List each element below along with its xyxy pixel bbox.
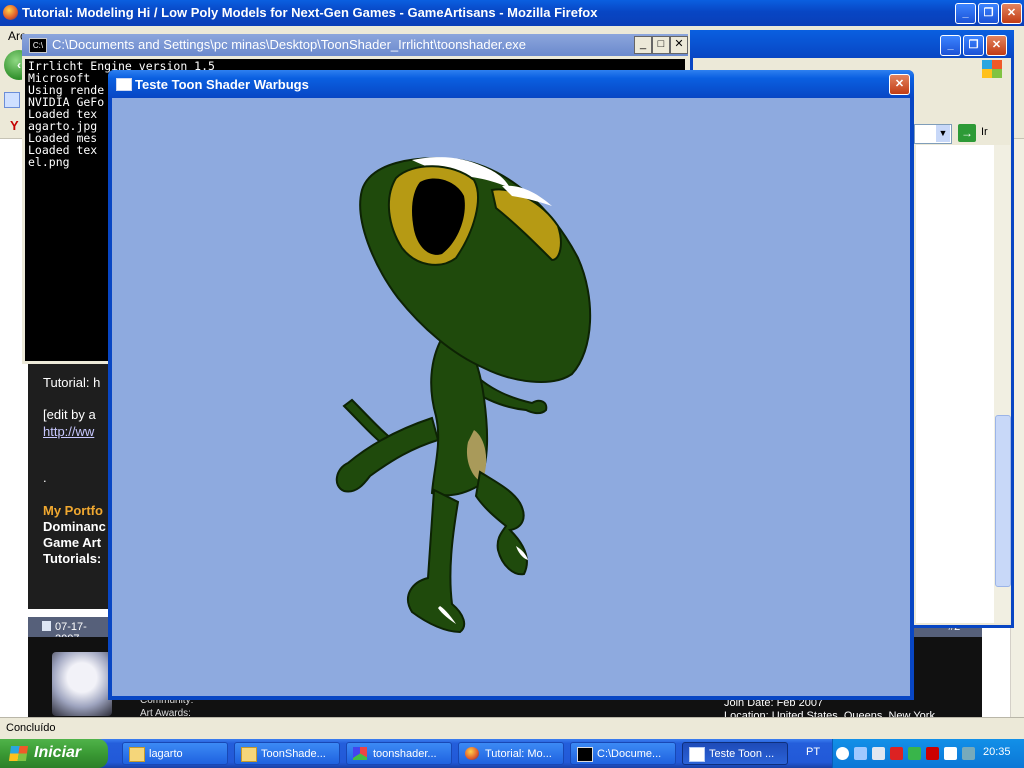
antivirus-icon[interactable] [890, 747, 903, 760]
taskbar-item-toon-window[interactable]: Teste Toon ... [682, 742, 788, 765]
console-minimize-button[interactable]: _ [634, 36, 652, 54]
network-icon[interactable] [854, 747, 867, 760]
task-label: C:\Docume... [597, 748, 662, 760]
volume-icon[interactable] [962, 747, 975, 760]
cmd-icon [577, 747, 593, 762]
post-info-panel [912, 637, 982, 717]
tray-network-icon[interactable] [944, 747, 957, 760]
status-bar: Concluído [0, 717, 1024, 740]
task-label: ToonShade... [261, 748, 326, 760]
forum-portfolio[interactable]: My Portfo [43, 503, 103, 518]
language-indicator[interactable]: PT [806, 746, 820, 758]
clock: 20:35 [983, 746, 1011, 758]
console-icon: C:\ [29, 38, 47, 53]
taskbar-item-toonshader-folder[interactable]: ToonShade... [234, 742, 340, 765]
console-title: C:\Documents and Settings\pc minas\Deskt… [52, 37, 527, 52]
firefox-icon [3, 5, 18, 20]
forum-game-art[interactable]: Game Art [43, 535, 101, 550]
folder-icon [129, 747, 145, 762]
tray-arrow-icon[interactable] [836, 747, 849, 760]
second-close-button[interactable]: ✕ [986, 35, 1007, 56]
firefox-title: Tutorial: Modeling Hi / Low Poly Models … [22, 5, 598, 20]
forum-dot: . [43, 470, 47, 485]
window-icon [689, 747, 705, 762]
toon-title-bar[interactable]: Teste Toon Shader Warbugs ✕ [108, 70, 914, 98]
taskbar-item-firefox[interactable]: Tutorial: Mo... [458, 742, 564, 765]
console-maximize-button[interactable]: □ [652, 36, 670, 54]
second-minimize-button[interactable]: _ [940, 35, 961, 56]
image-icon [353, 747, 367, 760]
taskbar-item-console[interactable]: C:\Docume... [570, 742, 676, 765]
windows-logo-icon [8, 746, 29, 761]
tray-v-icon[interactable] [926, 747, 939, 760]
forum-tutorial-line: Tutorial: h [43, 375, 101, 390]
firefox-icon [465, 747, 479, 760]
avatar[interactable] [52, 652, 112, 716]
minimize-button[interactable]: _ [955, 3, 976, 24]
status-text: Concluído [6, 722, 56, 734]
windows-flag-icon [982, 60, 1002, 78]
taskbar-item-toonshader-image[interactable]: toonshader... [346, 742, 452, 765]
task-label: lagarto [149, 748, 183, 760]
go-arrow-icon[interactable]: → [958, 124, 976, 142]
close-button[interactable]: ✕ [1001, 3, 1022, 24]
start-label: Iniciar [34, 744, 82, 761]
second-window-title-bar: _ ❐ ✕ [690, 30, 1014, 58]
security-icon[interactable] [908, 747, 921, 760]
model-left-leg [407, 488, 466, 634]
post-icon [42, 621, 51, 631]
go-label[interactable]: Ir [981, 126, 988, 138]
search-icon[interactable] [4, 92, 20, 108]
forum-link[interactable]: http://ww [43, 424, 94, 439]
task-label: Tutorial: Mo... [485, 748, 552, 760]
toon-title: Teste Toon Shader Warbugs [135, 77, 309, 92]
scrollbar-thumb[interactable] [995, 415, 1011, 587]
firefox-title-bar: Tutorial: Modeling Hi / Low Poly Models … [0, 0, 1024, 26]
task-label: toonshader... [373, 748, 437, 760]
start-button[interactable]: Iniciar [0, 739, 108, 768]
forum-dominance[interactable]: Dominanc [43, 519, 106, 534]
second-window-scrollbar[interactable] [994, 145, 1011, 623]
restore-button[interactable]: ❐ [978, 3, 999, 24]
model-left-arm [335, 416, 440, 493]
model-right-leg [474, 470, 528, 576]
taskbar-item-lagarto[interactable]: lagarto [122, 742, 228, 765]
window-icon [116, 78, 132, 91]
forum-edit-line: [edit by a [43, 407, 96, 422]
tray-app-icon[interactable] [872, 747, 885, 760]
second-window-content [916, 145, 994, 623]
forum-tutorials[interactable]: Tutorials: [43, 551, 101, 566]
console-title-bar: C:\ C:\Documents and Settings\pc minas\D… [22, 34, 688, 56]
render-viewport[interactable] [112, 98, 910, 696]
post-date-bar: 07-17-2007 [28, 617, 110, 645]
folder-icon [241, 747, 257, 762]
console-close-button[interactable]: ✕ [670, 36, 688, 54]
toon-model-render [335, 157, 592, 634]
yahoo-icon[interactable]: Y [10, 118, 19, 133]
task-label: Teste Toon ... [709, 748, 775, 760]
second-restore-button[interactable]: ❐ [963, 35, 984, 56]
toon-close-button[interactable]: ✕ [889, 74, 910, 95]
chevron-down-icon[interactable]: ▼ [936, 125, 950, 142]
forum-post-body [28, 364, 110, 609]
